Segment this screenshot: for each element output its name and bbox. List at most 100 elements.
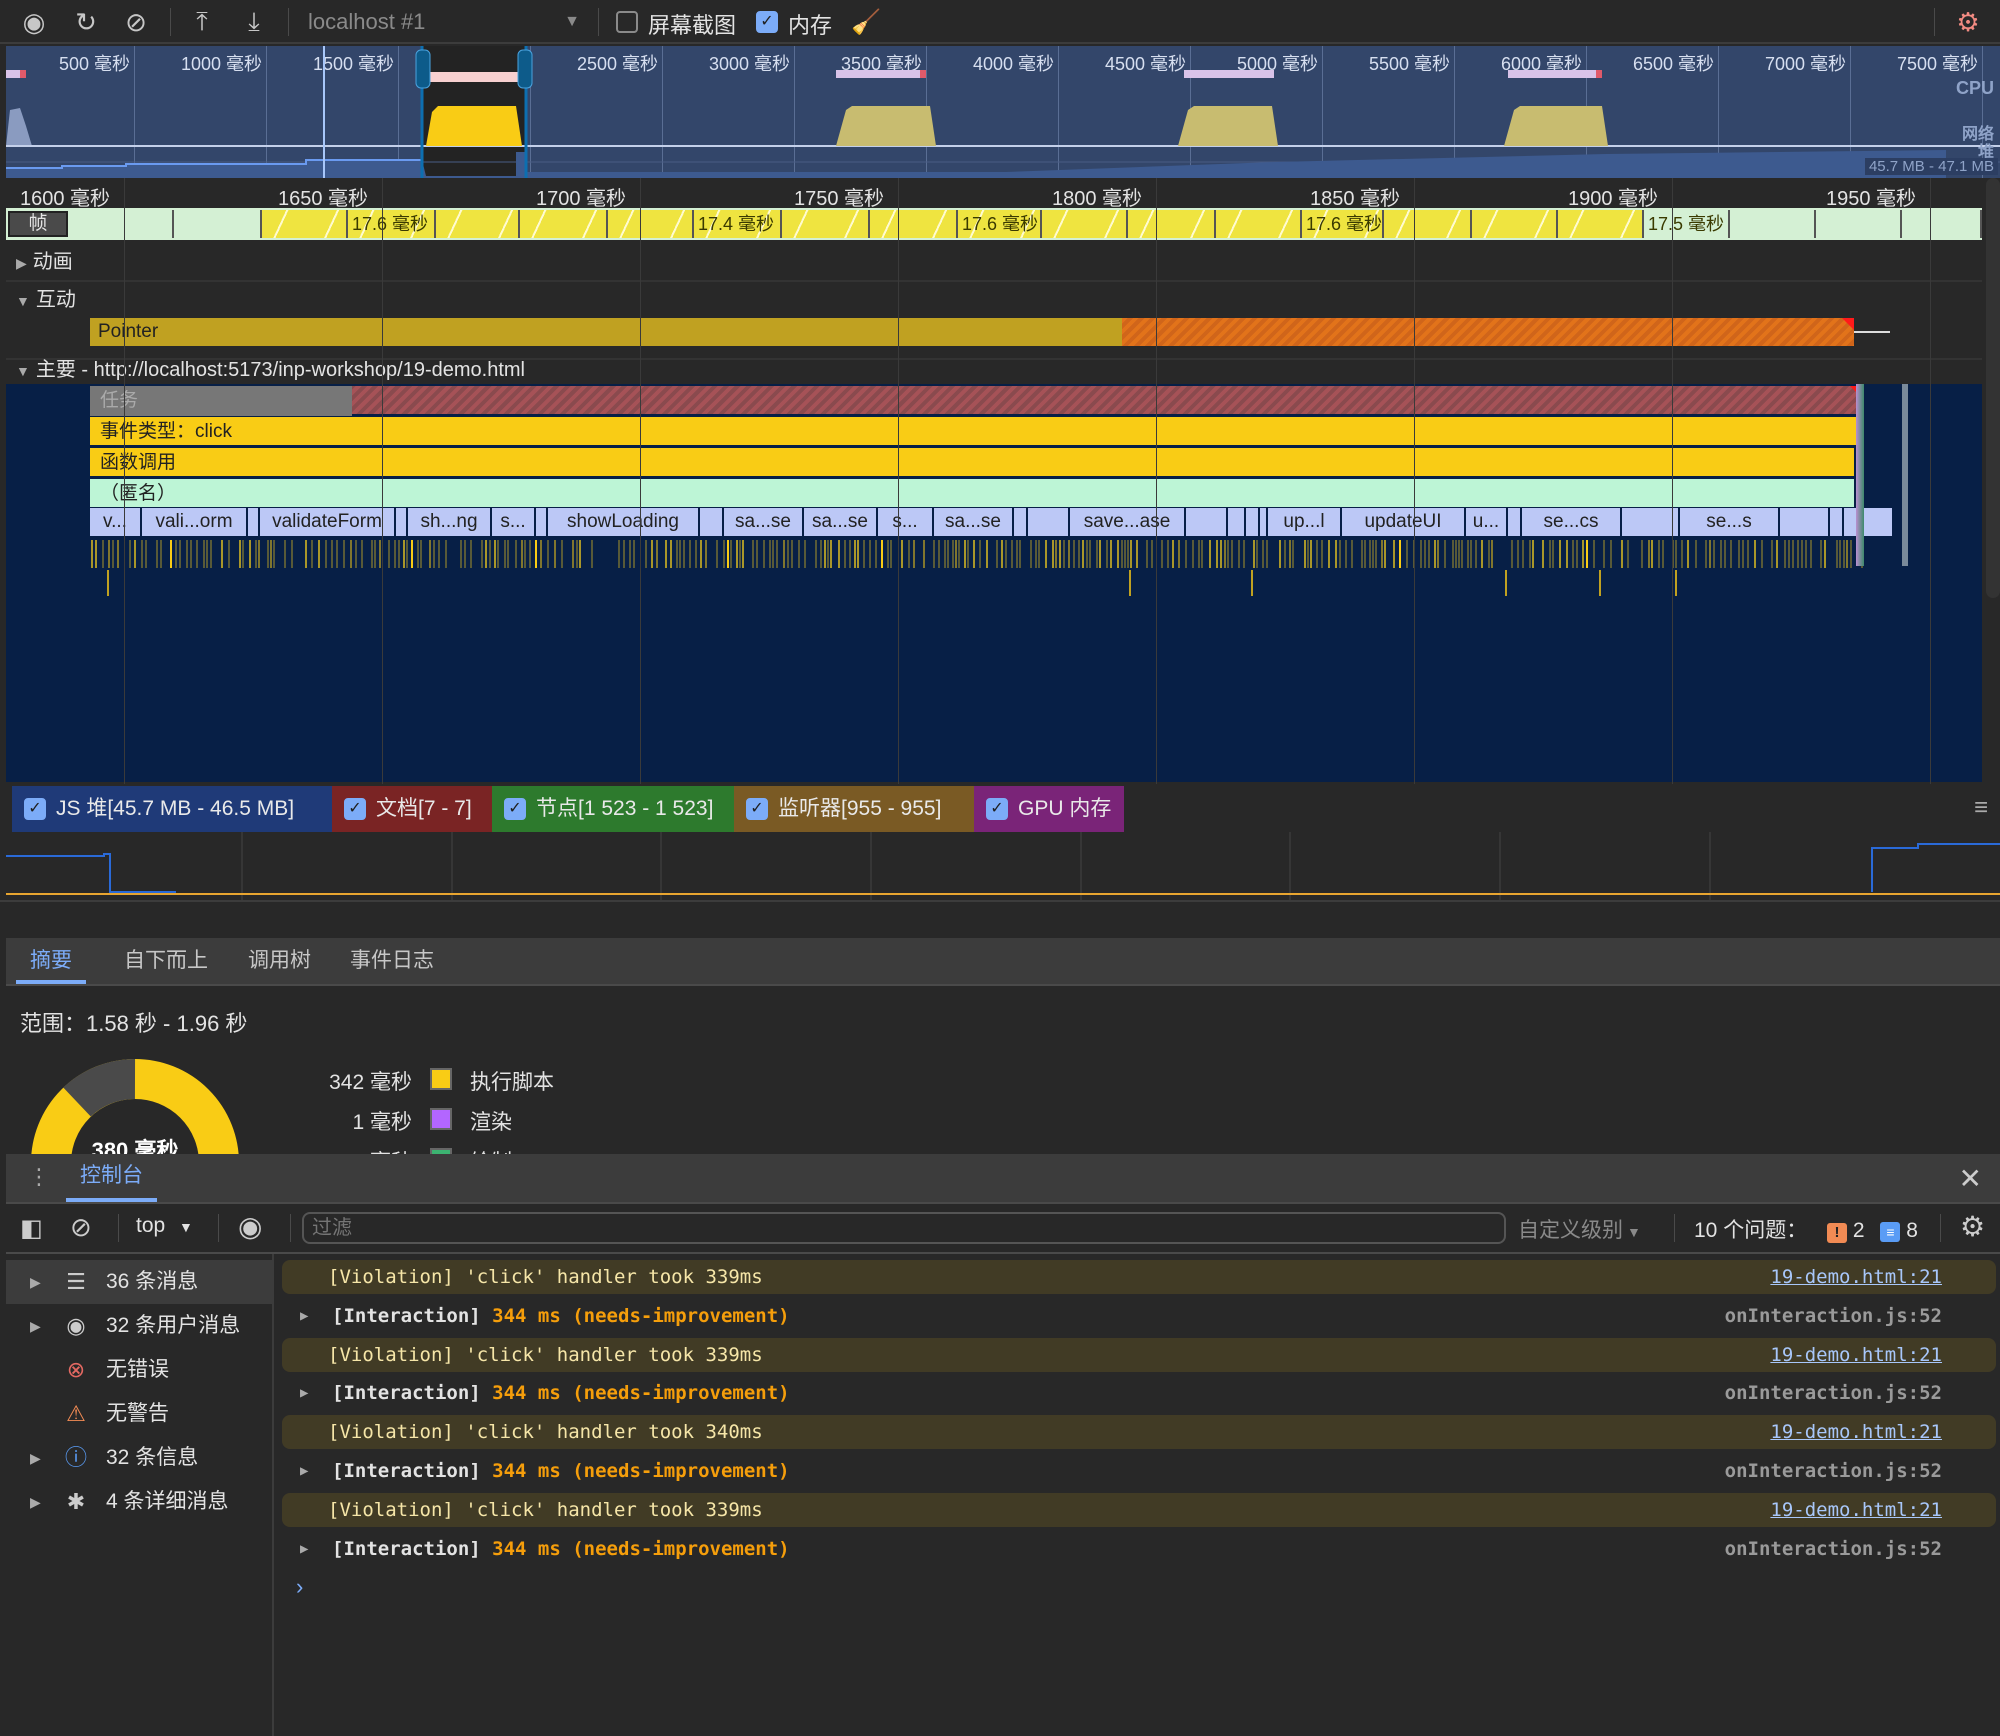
message-source-link[interactable]: 19-demo.html:21 [1770, 1260, 1942, 1294]
function-call-block[interactable] [1830, 508, 1844, 536]
function-call-block[interactable] [1228, 508, 1246, 536]
function-call-block[interactable]: sh...ng [408, 508, 492, 536]
memory-counter-toggle[interactable]: ✓ 节点[1 523 - 1 523] [492, 786, 734, 832]
log-levels-select[interactable]: 自定义级别 ▼ [1518, 1214, 1641, 1244]
frame-cell[interactable] [436, 210, 520, 238]
function-call-block[interactable]: u... [1466, 508, 1508, 536]
violation-message[interactable]: [Violation] 'click' handler took 339ms 19… [282, 1492, 1996, 1527]
sidebar-item[interactable]: ⚠ 无警告 [6, 1392, 272, 1436]
sidebar-item[interactable]: ▶ ⓘ 32 条信息 [6, 1436, 272, 1480]
memory-counter-toggle[interactable]: ✓ 文档[7 - 7] [332, 786, 492, 832]
violation-message[interactable]: [Violation] 'click' handler took 340ms 19… [282, 1415, 1996, 1450]
memory-counter-checkbox[interactable]: ✓ [504, 798, 526, 820]
menu-icon[interactable]: ≡ [1974, 794, 1988, 822]
function-call-block[interactable]: validateForm [260, 508, 396, 536]
timeline-overview[interactable]: 500 毫秒1000 毫秒1500 毫秒2000 毫秒2500 毫秒3000 毫… [6, 46, 2000, 178]
function-call-block[interactable] [1260, 508, 1268, 536]
violation-message[interactable]: [Violation] 'click' handler took 339ms 19… [282, 1337, 1996, 1372]
interaction-message[interactable]: ▶ [Interaction] 344 ms (needs-improvement… [282, 1299, 1996, 1333]
animations-track[interactable]: ▶ 动画 [6, 244, 1982, 282]
frame-cell[interactable] [1558, 210, 1644, 238]
memory-counter-checkbox[interactable]: ✓ [986, 798, 1008, 820]
task-bar[interactable]: 任务 [90, 386, 1862, 416]
garbage-collect-icon[interactable]: 🧹 [850, 6, 882, 38]
function-call-block[interactable]: updateUI [1342, 508, 1466, 536]
violation-message[interactable]: [Violation] 'click' handler took 339ms 19… [282, 1260, 1996, 1294]
frame-cell[interactable] [1730, 210, 1816, 238]
frame-cell[interactable] [1216, 210, 1302, 238]
expand-icon[interactable]: ▶ [300, 1376, 308, 1410]
function-call-block[interactable]: s... [878, 508, 934, 536]
function-call-block[interactable] [1844, 508, 1894, 536]
function-call-block[interactable] [700, 508, 724, 536]
anonymous-bar[interactable]: （匿名） [90, 479, 1854, 509]
tab-call-tree[interactable]: 调用树 [234, 938, 325, 984]
function-call-block[interactable] [1186, 508, 1228, 536]
expand-icon[interactable]: ▶ [300, 1454, 308, 1488]
memory-counter-toggle[interactable]: ✓ GPU 内存 [974, 786, 1124, 832]
expand-icon[interactable]: ▶ [30, 1480, 41, 1524]
function-call-block[interactable]: se...cs [1522, 508, 1622, 536]
splitter[interactable] [0, 900, 2000, 938]
frame-cell[interactable] [262, 210, 348, 238]
interaction-message[interactable]: ▶ [Interaction] 344 ms (needs-improvement… [282, 1532, 1996, 1566]
function-call-block[interactable]: up...l [1268, 508, 1342, 536]
frame-cell[interactable]: 17.6 毫秒 [348, 210, 436, 238]
function-call-block[interactable] [396, 508, 408, 536]
event-click-bar[interactable]: 事件类型：click [90, 417, 1858, 447]
frame-cell[interactable] [1384, 210, 1472, 238]
frame-cell[interactable] [1472, 210, 1558, 238]
tab-summary[interactable]: 摘要 [16, 938, 86, 984]
frame-cell[interactable]: 17.6 毫秒 [1302, 210, 1384, 238]
memory-counter-toggle[interactable]: ✓ 监听器[955 - 955] [734, 786, 974, 832]
interactions-track[interactable]: ▼ 互动 Pointer [6, 282, 1982, 360]
function-call-block[interactable] [1508, 508, 1522, 536]
function-call-block[interactable] [536, 508, 548, 536]
console-prompt[interactable]: › [296, 1574, 303, 1600]
sidebar-item[interactable]: ▶ ◉ 32 条用户消息 [6, 1304, 272, 1348]
frame-cell[interactable] [520, 210, 608, 238]
more-icon[interactable]: ⋮ [28, 1164, 50, 1190]
frame-cell[interactable] [870, 210, 958, 238]
console-settings-icon[interactable]: ⚙ [1960, 1210, 1985, 1243]
frame-cell[interactable] [1816, 210, 1902, 238]
function-call-block[interactable]: showLoading [548, 508, 700, 536]
function-call-block[interactable]: save...ase [1070, 508, 1186, 536]
clear-console-icon[interactable]: ⊘ [70, 1212, 92, 1243]
target-select[interactable]: localhost #1 ▼ [296, 4, 590, 40]
memory-counter-checkbox[interactable]: ✓ [24, 798, 46, 820]
function-call-block[interactable]: vali...orm [142, 508, 248, 536]
tab-console[interactable]: 控制台 [66, 1154, 157, 1202]
record-icon[interactable]: ◉ [18, 6, 50, 38]
function-call-block[interactable] [1028, 508, 1070, 536]
frame-cell[interactable] [86, 210, 174, 238]
frames-track[interactable]: 帧 17.6 毫秒 17.4 毫秒 17.6 毫秒 17.6 毫秒 17.5 毫秒 [6, 208, 1982, 240]
function-call-block[interactable]: sa...se [724, 508, 804, 536]
function-call-block[interactable]: se...s [1680, 508, 1780, 536]
sidebar-item[interactable]: ▶ ☰ 36 条消息 [6, 1260, 272, 1304]
memory-counter-checkbox[interactable]: ✓ [344, 798, 366, 820]
context-select[interactable]: top ▼ [136, 1214, 193, 1238]
eye-icon[interactable]: ◉ [238, 1210, 262, 1243]
flame-chart[interactable]: 任务 任务 事件类型：click 函数调用 （匿名） v...vali...or… [6, 384, 1982, 782]
upload-icon[interactable]: ⤒ [186, 6, 218, 38]
download-icon[interactable]: ⤓ [238, 6, 270, 38]
function-call-block[interactable] [1780, 508, 1830, 536]
frame-cell[interactable] [1128, 210, 1216, 238]
frame-cell[interactable] [1042, 210, 1128, 238]
reload-icon[interactable]: ↻ [70, 6, 102, 38]
function-call-block[interactable]: sa...se [804, 508, 878, 536]
message-source-link[interactable]: onInteraction.js:52 [1725, 1532, 1942, 1566]
function-call-block[interactable]: s... [492, 508, 536, 536]
main-thread-header[interactable]: ▼ 主要 - http://localhost:5173/inp-workshop… [6, 356, 1982, 384]
issues-counter[interactable]: 10 个问题： ! 2 ≡ 8 [1694, 1214, 1918, 1244]
function-call-block[interactable] [1246, 508, 1260, 536]
frame-cell[interactable] [174, 210, 262, 238]
function-call-block[interactable]: v... [90, 508, 142, 536]
message-source-link[interactable]: onInteraction.js:52 [1725, 1376, 1942, 1410]
frame-cell[interactable]: 17.4 毫秒 [694, 210, 782, 238]
close-icon[interactable]: ✕ [1959, 1162, 1982, 1195]
message-source-link[interactable]: 19-demo.html:21 [1770, 1338, 1942, 1372]
function-call-block[interactable] [248, 508, 260, 536]
sidebar-item[interactable]: ⊗ 无错误 [6, 1348, 272, 1392]
